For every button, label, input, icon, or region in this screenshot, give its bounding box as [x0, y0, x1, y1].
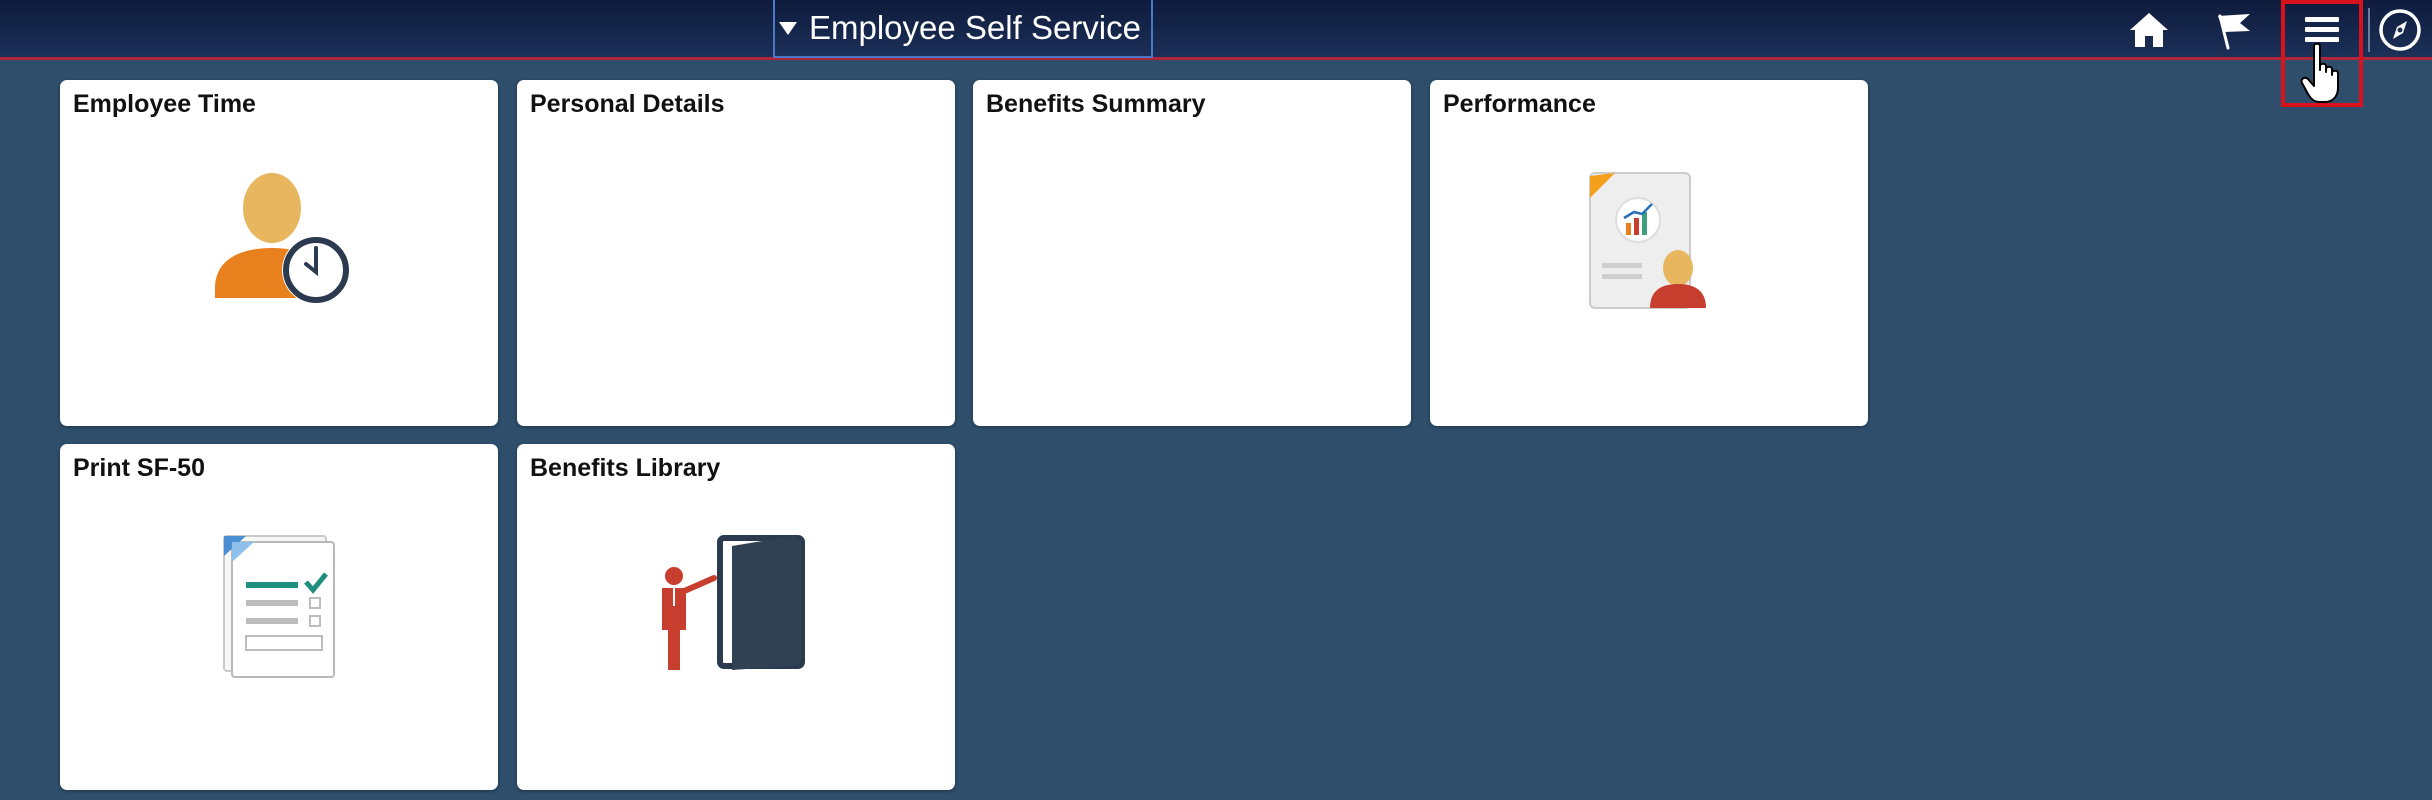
divider	[2368, 8, 2370, 52]
tile-personal-details[interactable]: Personal Details	[517, 80, 955, 426]
header-bar: Employee Self Service	[0, 0, 2432, 60]
caret-down-icon	[779, 21, 797, 35]
print-checklist-icon	[210, 532, 360, 687]
homepage-title: Employee Self Service	[809, 9, 1141, 46]
tile-employee-time[interactable]: Employee Time	[60, 80, 498, 426]
tile-benefits-library[interactable]: Benefits Library	[517, 444, 955, 790]
library-presenter-icon	[652, 530, 822, 685]
hand-cursor-icon	[2300, 42, 2344, 111]
tile-title: Print SF-50	[73, 454, 205, 482]
tile-performance[interactable]: Performance	[1430, 80, 1868, 426]
employee-time-icon	[210, 168, 360, 323]
home-icon[interactable]	[2125, 6, 2173, 54]
tile-title: Benefits Summary	[986, 90, 1206, 118]
homepage-selector[interactable]: Employee Self Service	[773, 0, 1153, 58]
tile-title: Performance	[1443, 90, 1596, 118]
tile-print-sf50[interactable]: Print SF-50	[60, 444, 498, 790]
tile-title: Personal Details	[530, 90, 725, 118]
performance-document-icon	[1580, 168, 1730, 323]
tile-title: Benefits Library	[530, 454, 721, 482]
tile-title: Employee Time	[73, 90, 256, 118]
flag-icon[interactable]	[2210, 6, 2258, 54]
navbar-compass-icon[interactable]	[2376, 6, 2424, 54]
tile-benefits-summary[interactable]: Benefits Summary	[973, 80, 1411, 426]
